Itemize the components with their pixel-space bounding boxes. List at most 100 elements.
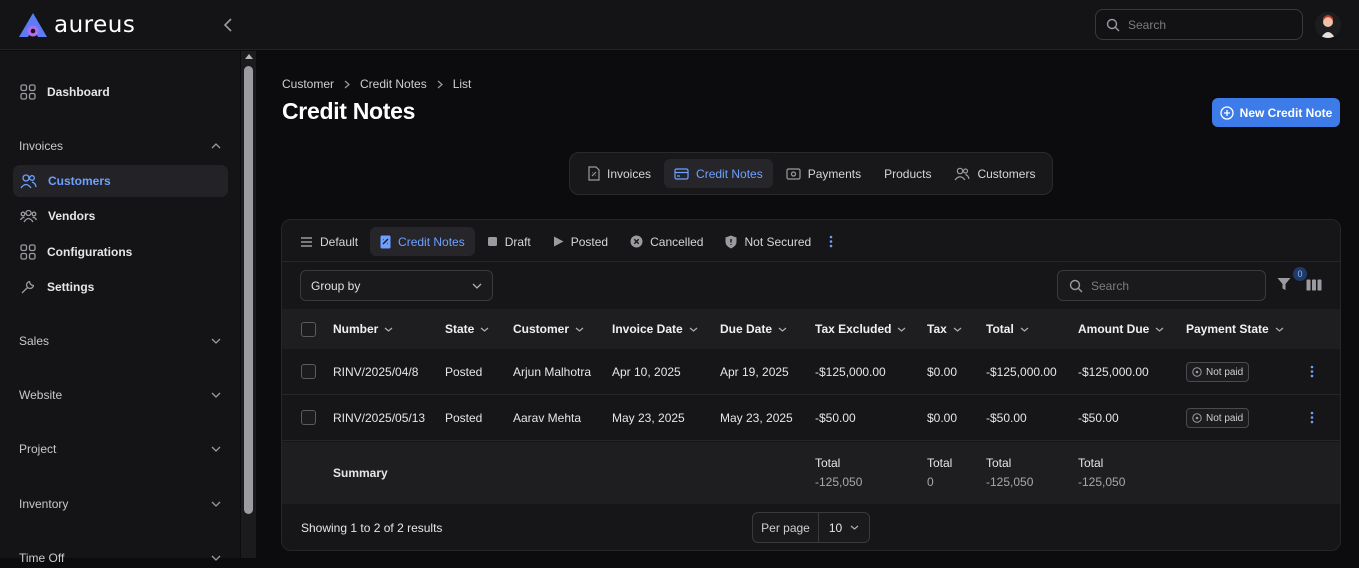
tab-customers[interactable]: Customers [944, 159, 1045, 188]
filter-tab-cancelled[interactable]: Cancelled [620, 227, 713, 256]
new-credit-note-button[interactable]: New Credit Note [1212, 98, 1340, 127]
cell-state: Posted [445, 411, 483, 425]
sidebar-item-configurations[interactable]: Configurations [13, 236, 228, 268]
sidebar-item-settings[interactable]: Settings [13, 271, 228, 303]
row-actions-button[interactable] [1310, 365, 1316, 379]
row-checkbox[interactable] [301, 410, 316, 425]
tab-products[interactable]: Products [874, 159, 941, 188]
chevron-up-icon [211, 143, 221, 149]
column-header-number[interactable]: Number [333, 322, 393, 336]
sidebar-group-inventory[interactable]: Inventory [19, 494, 221, 514]
filter-tab-posted[interactable]: Posted [543, 227, 618, 256]
chevron-down-icon [211, 446, 221, 452]
columns-button[interactable] [1306, 279, 1322, 291]
sidebar-item-label: Configurations [47, 245, 133, 259]
column-header-customer[interactable]: Customer [513, 322, 584, 336]
table-row[interactable]: RINV/2025/05/13 Posted Aarav Mehta May 2… [282, 395, 1340, 441]
breadcrumb-item-credit-notes[interactable]: Credit Notes [360, 77, 427, 91]
table-row[interactable]: RINV/2025/04/8 Posted Arjun Malhotra Apr… [282, 349, 1340, 395]
search-icon [1069, 279, 1083, 293]
filter-tab-label: Cancelled [650, 234, 704, 249]
summary-tax-label: Total [927, 456, 953, 470]
header-label: Tax [927, 322, 947, 336]
sidebar-group-sales[interactable]: Sales [19, 331, 221, 351]
sidebar-group-project[interactable]: Project [19, 439, 221, 459]
summary-label: Summary [333, 466, 388, 480]
filter-tab-not-secured[interactable]: Not Secured [715, 227, 821, 256]
column-header-due-date[interactable]: Due Date [720, 322, 787, 336]
banknote-icon [786, 167, 801, 180]
column-header-total[interactable]: Total [986, 322, 1029, 336]
cell-number[interactable]: RINV/2025/04/8 [333, 365, 418, 379]
chevron-down-icon [211, 501, 221, 507]
per-page-value-wrap[interactable]: 10 [819, 521, 869, 535]
payment-state-badge: Not paid [1186, 408, 1250, 428]
table-search[interactable] [1057, 270, 1266, 301]
sidebar-scrollbar-thumb[interactable] [244, 66, 253, 514]
sidebar-item-customers[interactable]: Customers [13, 165, 228, 197]
chevron-down-icon [1275, 327, 1284, 332]
cell-number[interactable]: RINV/2025/05/13 [333, 411, 425, 425]
chevron-right-icon [344, 80, 350, 89]
filter-tab-credit-notes[interactable]: Credit Notes [370, 227, 475, 256]
column-header-tax[interactable]: Tax [927, 322, 962, 336]
funnel-icon [1277, 277, 1291, 291]
sidebar-group-label: Time Off [19, 551, 65, 565]
filter-tab-label: Credit Notes [398, 234, 465, 249]
sidebar-group-website[interactable]: Website [19, 385, 221, 405]
plus-circle-icon [1220, 105, 1234, 120]
per-page-select[interactable]: Per page 10 [752, 512, 870, 543]
wrench-icon [20, 279, 36, 295]
column-header-invoice-date[interactable]: Invoice Date [612, 322, 698, 336]
global-search[interactable] [1095, 9, 1303, 40]
cell-total: -$125,000.00 [986, 365, 1057, 379]
tab-credit-notes[interactable]: Credit Notes [664, 159, 773, 188]
cell-amount-due: -$50.00 [1078, 411, 1119, 425]
sidebar-group-timeoff[interactable]: Time Off [19, 548, 221, 568]
divider [282, 261, 1340, 262]
sidebar-group-invoices[interactable]: Invoices [19, 136, 221, 156]
chevron-down-icon [953, 327, 962, 332]
page-title: Credit Notes [282, 98, 416, 124]
row-actions-button[interactable] [1310, 411, 1316, 425]
header-label: Total [986, 322, 1014, 336]
header-label: State [445, 322, 475, 336]
filter-button[interactable] [1277, 277, 1291, 291]
payment-state-label: Not paid [1206, 412, 1244, 424]
cell-customer: Arjun Malhotra [513, 365, 592, 379]
payment-state-badge: Not paid [1186, 362, 1250, 382]
filter-tab-default[interactable]: Default [290, 227, 368, 256]
column-header-state[interactable]: State [445, 322, 489, 336]
more-vertical-icon [829, 235, 833, 248]
cell-invoice-date: May 23, 2025 [612, 411, 685, 425]
chevron-down-icon [689, 327, 698, 332]
row-checkbox[interactable] [301, 364, 316, 379]
filter-tab-draft[interactable]: Draft [477, 227, 541, 256]
column-header-payment-state[interactable]: Payment State [1186, 322, 1284, 336]
app-logo[interactable]: aureus [18, 11, 135, 39]
tab-payments[interactable]: Payments [776, 159, 871, 188]
scroll-up-arrow-icon[interactable] [245, 54, 253, 59]
select-all-checkbox[interactable] [301, 322, 316, 337]
users-icon [20, 173, 37, 189]
summary-amount-due-value: -125,050 [1078, 475, 1126, 489]
user-avatar[interactable] [1315, 12, 1341, 38]
filter-tab-label: Posted [570, 234, 609, 249]
table-search-input[interactable] [1091, 278, 1241, 293]
column-header-amount-due[interactable]: Amount Due [1078, 322, 1164, 336]
chevron-right-icon [437, 80, 443, 89]
sidebar-item-dashboard[interactable]: Dashboard [13, 76, 228, 108]
summary-tax-excluded-label: Total [815, 456, 841, 470]
tab-invoices[interactable]: Invoices [578, 159, 661, 188]
summary-total-value: -125,050 [986, 475, 1034, 489]
cell-state: Posted [445, 365, 483, 379]
breadcrumb-item-customer[interactable]: Customer [282, 77, 334, 91]
global-search-input[interactable] [1128, 17, 1278, 32]
collapse-sidebar-button[interactable] [220, 15, 236, 35]
column-header-tax-excluded[interactable]: Tax Excluded [815, 322, 906, 336]
more-filters-button[interactable] [823, 227, 839, 256]
sidebar-item-vendors[interactable]: Vendors [13, 200, 228, 232]
group-by-select[interactable]: Group by [300, 270, 493, 301]
chevron-down-icon [211, 392, 221, 398]
sidebar-item-label: Vendors [48, 209, 96, 223]
